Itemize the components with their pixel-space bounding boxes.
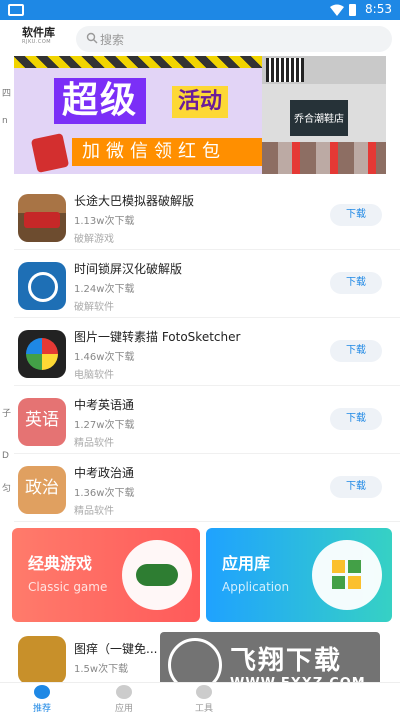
app-name: 中考政治通 bbox=[74, 466, 135, 480]
english-icon: 英语 bbox=[18, 398, 66, 446]
app-downloads: 1.24w次下载 bbox=[74, 284, 135, 295]
status-bar: 8:53 bbox=[0, 0, 400, 20]
download-button[interactable]: 下载 bbox=[330, 340, 382, 362]
bus-icon bbox=[18, 194, 66, 242]
app-downloads: 1.5w次下载 bbox=[74, 664, 129, 675]
search-icon bbox=[86, 32, 98, 44]
strip-char: 匀 bbox=[2, 484, 12, 494]
search-bar[interactable]: 搜索 bbox=[76, 26, 392, 52]
banner-stripe bbox=[14, 56, 262, 68]
list-item[interactable]: 长途大巴模拟器破解版 1.13w次下载 破解游戏 下载 bbox=[14, 182, 400, 250]
card-title: 经典游戏 bbox=[28, 554, 93, 573]
clock-time: 8:53 bbox=[365, 2, 392, 16]
heart-icon bbox=[34, 685, 50, 699]
app-icon bbox=[18, 636, 66, 684]
foto-icon bbox=[18, 330, 66, 378]
app-name: 时间锁屏汉化破解版 bbox=[74, 262, 183, 276]
download-button[interactable]: 下载 bbox=[330, 476, 382, 498]
search-placeholder: 搜索 bbox=[100, 33, 125, 47]
app-name: 长途大巴模拟器破解版 bbox=[74, 194, 195, 208]
app-downloads: 1.36w次下载 bbox=[74, 488, 135, 499]
card-subtitle: Classic game bbox=[28, 580, 108, 594]
banner-subtitle: 加微信领红包 bbox=[72, 138, 262, 166]
banner-side-image[interactable]: 乔合潮鞋店 bbox=[262, 56, 386, 174]
app-category: 精品软件 bbox=[74, 506, 114, 517]
app-category: 电脑软件 bbox=[74, 370, 114, 381]
shop-sign: 乔合潮鞋店 bbox=[290, 100, 348, 136]
banner-subtitle-text: 加微信领红包 bbox=[82, 141, 226, 162]
shoes-image bbox=[262, 142, 386, 174]
politics-icon: 政治 bbox=[18, 466, 66, 514]
app-category: 破解软件 bbox=[74, 302, 114, 313]
tab-recommend[interactable]: 推荐 bbox=[12, 685, 72, 714]
download-button[interactable]: 下载 bbox=[330, 204, 382, 226]
gamepad-shape bbox=[136, 564, 178, 586]
app-header: 软件库 RJKU.COM 搜索 bbox=[0, 20, 400, 56]
gamepad-icon bbox=[122, 540, 192, 610]
app-downloads: 1.13w次下载 bbox=[74, 216, 135, 227]
app-category: 破解游戏 bbox=[74, 234, 114, 245]
app-category: 精品软件 bbox=[74, 438, 114, 449]
tab-apps[interactable]: 应用 bbox=[94, 685, 154, 714]
tab-label: 推荐 bbox=[32, 704, 51, 714]
download-button[interactable]: 下载 bbox=[330, 272, 382, 294]
list-item[interactable]: 时间锁屏汉化破解版 1.24w次下载 破解软件 下载 bbox=[14, 250, 400, 318]
download-button[interactable]: 下载 bbox=[330, 408, 382, 430]
clock-icon bbox=[18, 262, 66, 310]
promo-banner[interactable]: 超级 活动 加微信领红包 bbox=[14, 56, 262, 174]
qr-code-icon bbox=[266, 58, 304, 82]
gamepad-tab-icon bbox=[116, 685, 132, 699]
list-item[interactable]: 英语 中考英语通 1.27w次下载 精品软件 下载 bbox=[14, 386, 400, 454]
watermark-text: 飞翔下载 bbox=[230, 646, 343, 676]
app-grid-icon bbox=[312, 540, 382, 610]
tab-tools[interactable]: 工具 bbox=[174, 685, 234, 714]
battery-icon bbox=[349, 4, 356, 16]
strip-char: D bbox=[2, 451, 9, 461]
banner-activity-text: 活动 bbox=[178, 89, 223, 114]
app-name: 图片一键转素描 FotoSketcher bbox=[74, 330, 241, 344]
tools-icon bbox=[196, 685, 212, 699]
wifi-icon bbox=[330, 4, 344, 16]
tab-label: 应用 bbox=[114, 704, 133, 714]
logo-domain: RJKU.COM bbox=[22, 39, 52, 45]
strip-char: n bbox=[2, 116, 8, 126]
app-downloads: 1.46w次下载 bbox=[74, 352, 135, 363]
grid-shape bbox=[332, 560, 362, 590]
app-logo: 软件库 RJKU.COM bbox=[22, 26, 68, 50]
application-card[interactable]: 应用库 Application bbox=[206, 528, 392, 622]
strip-char: 子 bbox=[2, 409, 12, 419]
app-name: 图痒（一键免... bbox=[74, 642, 158, 656]
list-item[interactable]: 政治 中考政治通 1.36w次下载 精品软件 下载 bbox=[14, 454, 400, 522]
bottom-tab-bar: 推荐 应用 工具 bbox=[0, 682, 400, 716]
banner-activity: 活动 bbox=[172, 86, 229, 118]
banner-headline-text: 超级 bbox=[62, 80, 139, 121]
app-name: 中考英语通 bbox=[74, 398, 135, 412]
strip-char: 四 bbox=[2, 89, 12, 99]
shop-name: 乔合潮鞋店 bbox=[294, 114, 344, 125]
list-item[interactable]: 图片一键转素描 FotoSketcher 1.46w次下载 电脑软件 下载 bbox=[14, 318, 400, 386]
logo-text: 软件库 bbox=[22, 26, 55, 39]
classic-games-card[interactable]: 经典游戏 Classic game bbox=[12, 528, 200, 622]
red-envelope-icon bbox=[30, 133, 70, 173]
notification-icon bbox=[8, 4, 24, 16]
app-downloads: 1.27w次下载 bbox=[74, 420, 135, 431]
app-list: 长途大巴模拟器破解版 1.13w次下载 破解游戏 下载 时间锁屏汉化破解版 1.… bbox=[14, 182, 400, 522]
card-subtitle: Application bbox=[222, 580, 290, 594]
tab-label: 工具 bbox=[194, 704, 213, 714]
card-title: 应用库 bbox=[222, 554, 271, 573]
banner-headline: 超级 bbox=[54, 78, 147, 124]
